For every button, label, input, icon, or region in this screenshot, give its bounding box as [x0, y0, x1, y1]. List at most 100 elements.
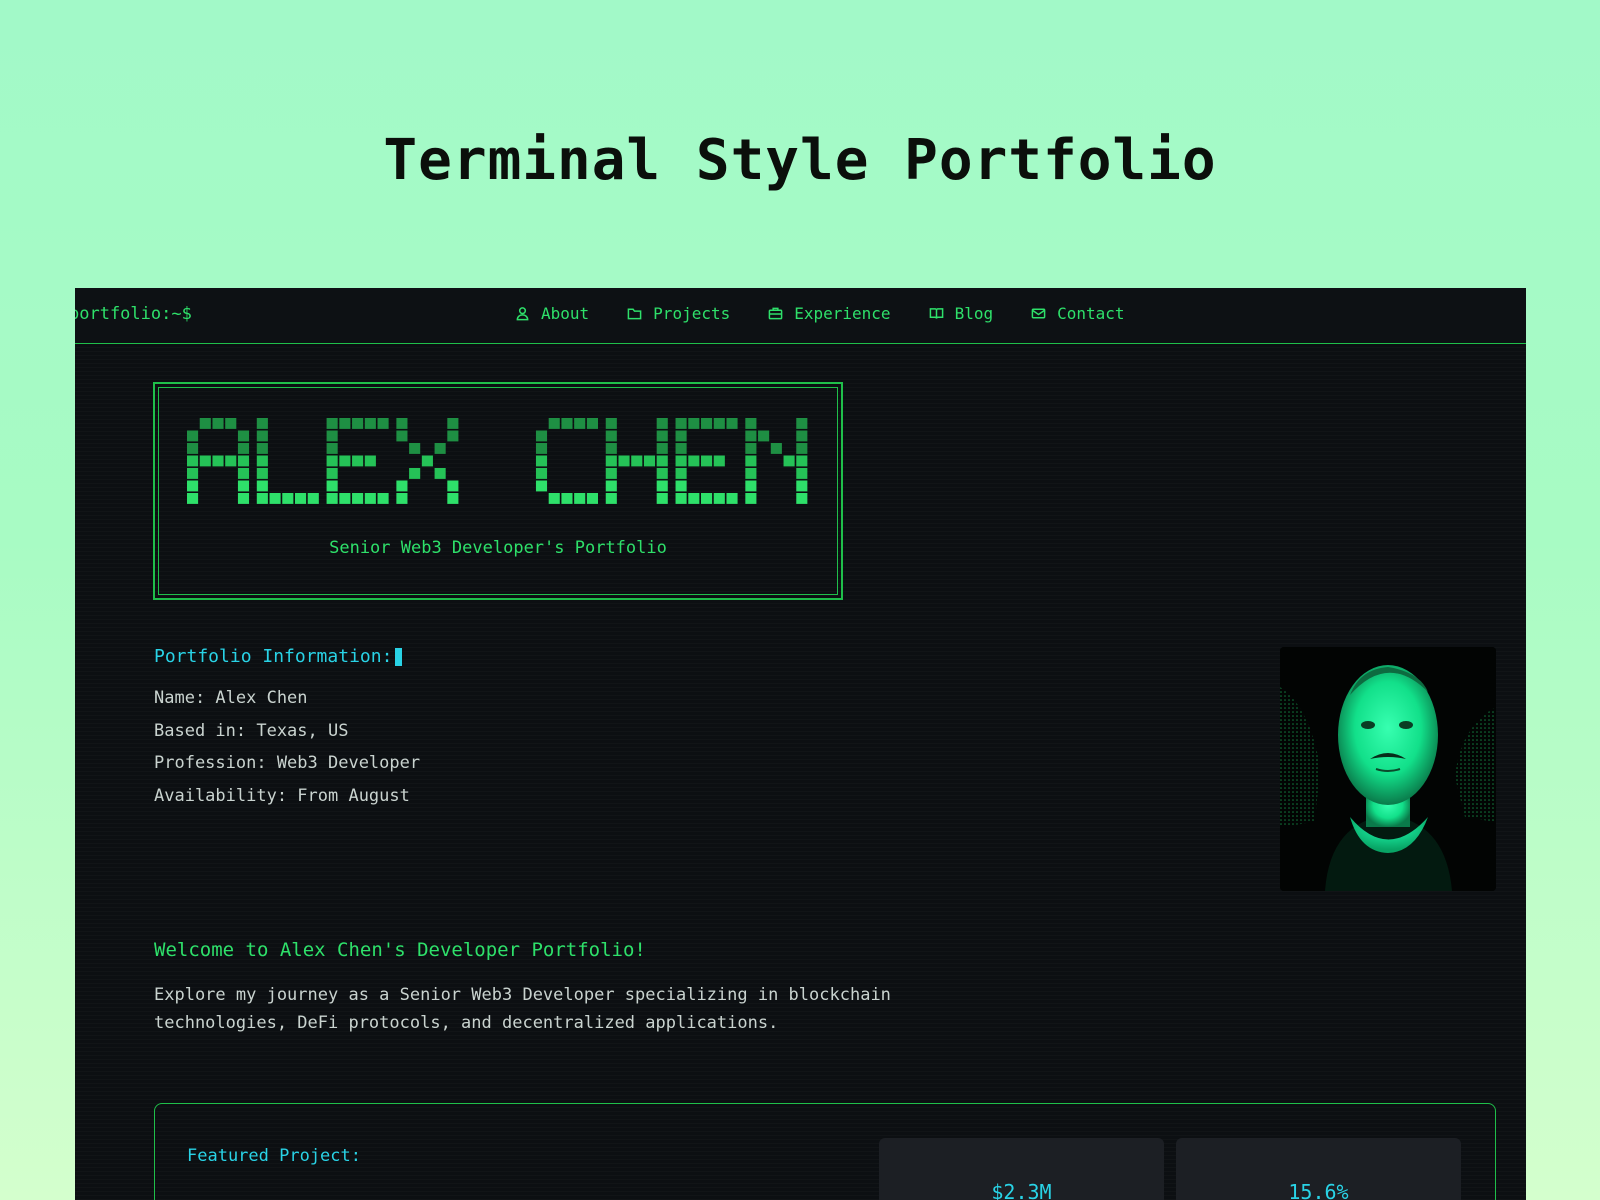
ascii-pixel — [745, 443, 757, 454]
ascii-pixel — [675, 480, 687, 492]
book-icon — [929, 308, 943, 319]
ascii-pixel — [237, 480, 250, 492]
ascii-pixel — [187, 455, 199, 467]
stat-card-tvl: $2.3M — [879, 1138, 1164, 1200]
ascii-pixel — [675, 468, 687, 479]
ascii-pixel — [796, 493, 808, 504]
ascii-pixel — [605, 455, 617, 467]
hero-subtitle: Senior Web3 Developer's Portfolio — [329, 538, 667, 558]
ascii-pixel — [535, 480, 548, 492]
ascii-pixel — [561, 493, 573, 504]
ascii-pixel — [187, 443, 199, 454]
ascii-pixel — [574, 493, 586, 504]
ascii-pixel — [745, 430, 757, 442]
ascii-pixel — [605, 430, 617, 442]
ascii-pixel — [701, 455, 713, 467]
ascii-pixel — [675, 443, 687, 454]
ascii-pixel — [421, 455, 433, 467]
ascii-pixel — [326, 493, 338, 504]
nav-item-blog[interactable]: Blog — [929, 304, 993, 323]
ascii-pixel — [586, 418, 598, 429]
nav-item-about[interactable]: About — [515, 304, 589, 323]
ascii-pixel — [535, 455, 548, 467]
ascii-pixel — [294, 493, 307, 504]
page-title: Terminal Style Portfolio — [383, 128, 1217, 193]
nav-item-contact[interactable]: Contact — [1031, 304, 1125, 323]
nav-item-projects[interactable]: Projects — [627, 304, 730, 323]
ascii-pixel — [396, 418, 408, 429]
ascii-pixel — [561, 418, 573, 429]
nav-item-experience[interactable]: Experience — [768, 304, 891, 323]
ascii-pixel — [745, 468, 757, 479]
ascii-pixel — [688, 455, 700, 467]
ascii-pixel — [745, 493, 757, 504]
ascii-pixel — [535, 468, 548, 479]
ascii-pixel — [631, 455, 643, 467]
info-row-availability: Availability: From August — [154, 785, 410, 806]
ascii-pixel — [352, 455, 364, 467]
mail-icon — [1031, 308, 1046, 319]
ascii-pixel — [574, 418, 586, 429]
ascii-pixel — [675, 455, 687, 467]
ascii-pixel — [326, 468, 338, 479]
ascii-pixel — [770, 443, 782, 454]
ascii-pixel — [434, 468, 446, 479]
ascii-pixel — [282, 493, 294, 504]
ascii-pixel — [548, 418, 560, 429]
ascii-pixel — [447, 430, 459, 442]
ascii-pixel — [447, 418, 459, 429]
ascii-pixel — [701, 418, 713, 429]
user-icon — [516, 307, 529, 321]
ascii-pixel — [713, 493, 725, 504]
ascii-art-name — [187, 418, 808, 504]
ascii-pixel — [656, 480, 668, 492]
ascii-pixel — [796, 455, 808, 467]
welcome-title: Welcome to Alex Chen's Developer Portfol… — [154, 939, 646, 961]
ascii-pixel — [548, 493, 560, 504]
portrait-image — [1280, 647, 1496, 891]
ascii-pixel — [364, 455, 376, 467]
ascii-pixel — [586, 493, 598, 504]
ascii-pixel — [364, 493, 376, 504]
ascii-pixel — [796, 480, 808, 492]
ascii-pixel — [307, 493, 319, 504]
ascii-pixel — [326, 430, 338, 442]
ascii-pixel — [605, 480, 617, 492]
featured-label: Featured Project: — [187, 1146, 361, 1166]
ascii-pixel — [783, 455, 795, 467]
ascii-pixel — [605, 418, 617, 429]
hero-inner-frame: Senior Web3 Developer's Portfolio — [158, 387, 838, 595]
ascii-pixel — [796, 468, 808, 479]
ascii-pixel — [237, 430, 250, 442]
ascii-pixel — [656, 493, 668, 504]
ascii-pixel — [656, 468, 668, 479]
ascii-pixel — [339, 455, 351, 467]
info-row-profession: Profession: Web3 Developer — [154, 753, 421, 773]
ascii-pixel — [225, 418, 237, 429]
stat-card-apy: 15.6% — [1176, 1138, 1461, 1200]
ascii-pixel — [605, 468, 617, 479]
welcome-text: Explore my journey as a Senior Web3 Deve… — [154, 985, 891, 1033]
ascii-pixel — [237, 455, 250, 467]
briefcase-icon — [768, 307, 783, 320]
nav-item-label: About — [541, 304, 590, 323]
ascii-pixel — [675, 418, 687, 429]
stat-value: 15.6% — [1288, 1180, 1349, 1200]
ascii-pixel — [237, 468, 250, 479]
ascii-pixel — [409, 443, 421, 454]
folder-icon — [627, 308, 642, 320]
ascii-pixel — [377, 493, 389, 504]
ascii-pixel — [199, 455, 211, 467]
ascii-pixel — [796, 443, 808, 454]
ascii-pixel — [377, 418, 389, 429]
ascii-pixel — [656, 443, 668, 454]
ascii-pixel — [256, 480, 268, 492]
ascii-pixel — [605, 493, 617, 504]
ascii-pixel — [745, 455, 757, 467]
ascii-pixel — [364, 418, 376, 429]
ascii-pixel — [326, 443, 338, 454]
ascii-pixel — [212, 418, 224, 429]
ascii-pixel — [256, 430, 268, 442]
info-heading-text: Portfolio Information: — [154, 646, 393, 667]
ascii-pixel — [187, 480, 199, 492]
